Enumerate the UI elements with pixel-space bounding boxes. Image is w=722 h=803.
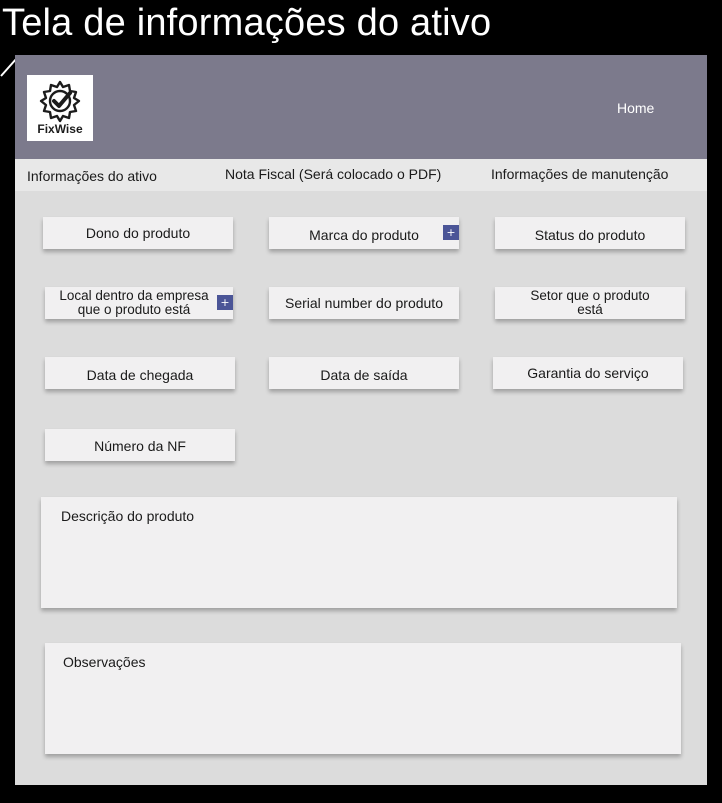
exit-date-field-label: Data de saída xyxy=(320,366,408,383)
serial-field-label: Serial number do produto xyxy=(285,294,443,311)
fixwise-logo[interactable]: FixWise xyxy=(27,75,93,141)
gear-check-icon xyxy=(39,80,81,123)
invoice-number-field[interactable]: Número da NF xyxy=(45,429,235,461)
warranty-field-label: Garantia do serviço xyxy=(527,364,649,381)
sector-field-label: Setor que o produto está xyxy=(530,288,650,317)
tab-maintenance-info[interactable]: Informações de manutenção xyxy=(491,166,668,182)
serial-field[interactable]: Serial number do produto xyxy=(269,287,459,319)
invoice-number-field-label: Número da NF xyxy=(94,437,186,454)
tab-bar: Informações do ativo Nota Fiscal (Será c… xyxy=(15,159,707,191)
tab-invoice[interactable]: Nota Fiscal (Será colocado o PDF) xyxy=(225,166,441,182)
description-textarea[interactable]: Descrição do produto xyxy=(41,497,677,608)
tab-asset-info[interactable]: Informações do ativo xyxy=(27,168,157,184)
add-location-button[interactable]: + xyxy=(217,295,233,310)
observations-textarea[interactable]: Observações xyxy=(45,643,681,754)
logo-text: FixWise xyxy=(37,122,83,136)
location-field-label: Local dentro da empresa que o produto es… xyxy=(59,288,209,317)
exit-date-field[interactable]: Data de saída xyxy=(269,357,459,389)
sector-field[interactable]: Setor que o produto está xyxy=(495,287,685,319)
warranty-field[interactable]: Garantia do serviço xyxy=(493,357,683,389)
location-field[interactable]: Local dentro da empresa que o produto es… xyxy=(45,287,233,319)
owner-field-label: Dono do produto xyxy=(85,224,191,241)
asset-info-screen: FixWise Home Informações do ativo Nota F… xyxy=(15,55,707,785)
status-field[interactable]: Status do produto xyxy=(495,217,685,249)
owner-field[interactable]: Dono do produto xyxy=(43,217,233,249)
status-field-label: Status do produto xyxy=(534,226,646,243)
observations-label: Observações xyxy=(63,654,146,670)
arrival-date-field-label: Data de chegada xyxy=(86,366,194,383)
frame-title: Tela de informações do ativo xyxy=(2,2,492,44)
top-navigation-bar: FixWise Home xyxy=(15,55,707,159)
brand-field[interactable]: Marca do produto xyxy=(269,217,459,249)
description-label: Descrição do produto xyxy=(61,508,195,524)
add-brand-button[interactable]: + xyxy=(443,225,459,240)
home-link[interactable]: Home xyxy=(617,100,654,116)
brand-field-label: Marca do produto xyxy=(309,226,419,243)
arrival-date-field[interactable]: Data de chegada xyxy=(45,357,235,389)
